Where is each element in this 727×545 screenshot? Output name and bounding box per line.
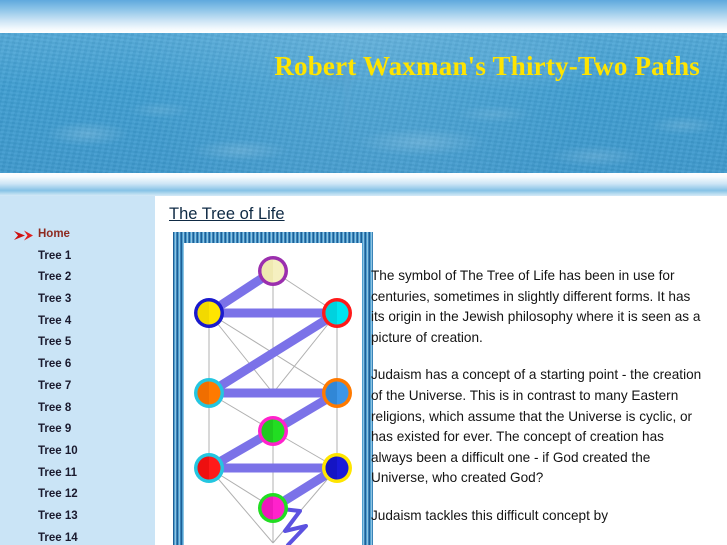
red-arrow-icon	[14, 230, 33, 241]
sidebar-item-tree-1[interactable]: Tree 1	[0, 246, 155, 268]
tree-of-life-diagram	[194, 256, 352, 545]
sidebar-item-label: Tree 9	[38, 423, 72, 436]
sidebar-item-tree-12[interactable]: Tree 12	[0, 484, 155, 506]
sidebar-item-home[interactable]: Home	[0, 224, 155, 246]
sidebar-item-label: Tree 2	[38, 271, 72, 284]
site-title: Robert Waxman's Thirty-Two Paths	[274, 51, 700, 81]
sidebar-item-label: Tree 6	[38, 358, 72, 371]
sidebar-item-tree-3[interactable]: Tree 3	[0, 289, 155, 311]
sidebar-item-label: Tree 5	[38, 336, 72, 349]
site-header-banner: Robert Waxman's Thirty-Two Paths	[0, 0, 727, 196]
banner-bottom-gradient	[0, 173, 727, 196]
sidebar-item-label: Tree 8	[38, 401, 72, 414]
sidebar-item-tree-9[interactable]: Tree 9	[0, 419, 155, 441]
sidebar-item-tree-6[interactable]: Tree 6	[0, 354, 155, 376]
sidebar-item-tree-2[interactable]: Tree 2	[0, 267, 155, 289]
sidebar-item-tree-5[interactable]: Tree 5	[0, 332, 155, 354]
sidebar-item-label: Tree 14	[38, 531, 78, 544]
sidebar-item-label: Tree 11	[38, 466, 78, 479]
sidebar-item-tree-10[interactable]: Tree 10	[0, 441, 155, 463]
figure-caption: The Tree of Life	[169, 205, 285, 223]
banner-top-gradient	[0, 0, 727, 33]
sidebar-navigation: Home Tree 1 Tree 2 Tree 3 Tree 4 Tree 5 Tree 6…	[0, 196, 155, 545]
sidebar-item-label: Tree 13	[38, 509, 78, 522]
article-body: The symbol of The Tree of Life has been …	[371, 266, 705, 544]
sidebar-item-tree-11[interactable]: Tree 11	[0, 463, 155, 485]
sidebar-item-label: Tree 3	[38, 293, 72, 306]
sidebar-item-label: Tree 10	[38, 444, 78, 457]
page-root: Robert Waxman's Thirty-Two Paths Home Tre…	[0, 0, 727, 545]
sidebar-item-tree-4[interactable]: Tree 4	[0, 311, 155, 333]
sidebar-item-label: Home	[38, 228, 70, 240]
paragraph: The symbol of The Tree of Life has been …	[371, 268, 701, 345]
sidebar-item-tree-8[interactable]: Tree 8	[0, 398, 155, 420]
sidebar-item-label: Tree 4	[38, 314, 72, 327]
paragraph: Judaism tackles this difficult concept b…	[371, 507, 608, 523]
sidebar-item-tree-13[interactable]: Tree 13	[0, 506, 155, 528]
sidebar-item-tree-14[interactable]: Tree 14	[0, 528, 155, 545]
paragraph: Judaism has a concept of a starting poin…	[371, 367, 702, 486]
sidebar-item-tree-7[interactable]: Tree 7	[0, 376, 155, 398]
main-content: The Tree of Life The symbol of The Tree …	[155, 196, 727, 545]
tree-of-life-figure: The Tree of Life	[169, 205, 373, 545]
sidebar-item-label: Tree 7	[38, 379, 72, 392]
sidebar-item-label: Tree 1	[38, 249, 72, 262]
sidebar-item-label: Tree 12	[38, 488, 78, 501]
sidebar-nav-list: Home Tree 1 Tree 2 Tree 3 Tree 4 Tree 5 Tree 6…	[0, 224, 155, 545]
